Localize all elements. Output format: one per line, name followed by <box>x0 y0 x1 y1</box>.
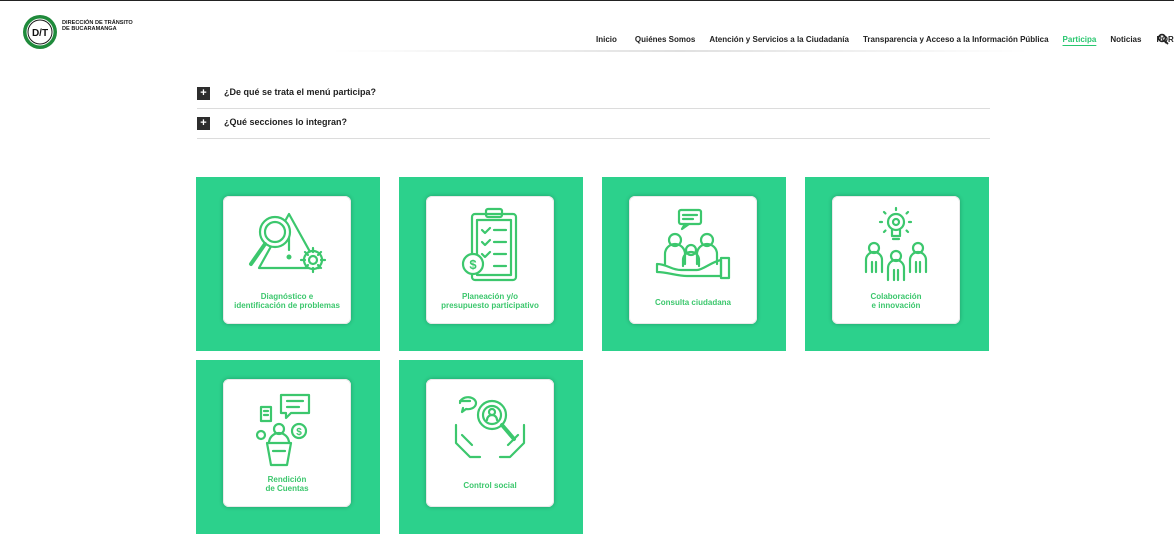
faq-question[interactable]: ¿Qué secciones lo integran? <box>224 117 347 127</box>
nav-item-quienes-somos[interactable]: Quiénes Somos <box>635 35 695 44</box>
nav-item-transparencia[interactable]: Transparencia y Acceso a la Información … <box>863 35 1049 44</box>
community-hand-icon <box>655 208 731 280</box>
svg-text:$: $ <box>469 257 477 272</box>
card-label: Colaboración e innovación <box>870 292 922 310</box>
faq-item-2[interactable]: + ¿Qué secciones lo integran? <box>197 110 990 139</box>
card-label: Control social <box>463 481 517 490</box>
card-consulta[interactable]: Consulta ciudadana <box>602 177 786 351</box>
card-planeacion[interactable]: $ Planeación y/o presupuesto participati… <box>399 177 583 351</box>
card-rendicion[interactable]: $ Rendición de Cuentas <box>196 360 380 534</box>
nav-item-inicio[interactable]: Inicio <box>596 35 617 44</box>
faq-item-1[interactable]: + ¿De qué se trata el menú participa? <box>197 80 990 109</box>
card-label: Planeación y/o presupuesto participativo <box>441 292 539 310</box>
card-tile[interactable]: $ Planeación y/o presupuesto participati… <box>426 196 554 324</box>
speaker-podium-icon: $ <box>255 393 311 467</box>
svg-text:$: $ <box>296 427 302 438</box>
card-tile[interactable]: $ Rendición de Cuentas <box>223 379 351 507</box>
brand-name-line2: DE BUCARAMANGA <box>62 26 117 32</box>
hands-magnifier-icon <box>454 396 526 459</box>
card-label: Rendición de Cuentas <box>265 475 309 493</box>
card-tile[interactable]: Diagnóstico e identificación de problema… <box>223 196 351 324</box>
plus-icon[interactable]: + <box>197 87 210 100</box>
svg-text:D/T: D/T <box>32 28 48 39</box>
logo[interactable]: D/T <box>22 14 58 50</box>
card-tile[interactable]: Colaboración e innovación <box>832 196 960 324</box>
card-colaboracion[interactable]: Colaboración e innovación <box>805 177 989 351</box>
brand-name: DIRECCIÓN DE TRÁNSITO DE BUCARAMANGA <box>62 20 133 32</box>
main-nav: Inicio Quiénes Somos Atención y Servicio… <box>596 35 1174 44</box>
plus-icon[interactable]: + <box>197 117 210 130</box>
nav-item-noticias[interactable]: Noticias <box>1110 35 1141 44</box>
header-shadow <box>330 50 1030 52</box>
nav-item-atencion[interactable]: Atención y Servicios a la Ciudadanía <box>709 35 849 44</box>
search-icon[interactable] <box>1157 33 1169 45</box>
magnifier-warning-icon <box>249 212 327 274</box>
card-label: Consulta ciudadana <box>654 298 731 307</box>
nav-item-participa[interactable]: Participa <box>1063 35 1097 44</box>
lightbulb-team-icon <box>864 206 928 282</box>
clipboard-money-icon: $ <box>461 207 518 282</box>
site-header: D/T DIRECCIÓN DE TRÁNSITO DE BUCARAMANGA… <box>0 6 1174 51</box>
card-tile[interactable]: Consulta ciudadana <box>629 196 757 324</box>
faq-question[interactable]: ¿De qué se trata el menú participa? <box>224 87 376 97</box>
card-tile[interactable]: Control social <box>426 379 554 507</box>
card-control-social[interactable]: Control social <box>399 360 583 534</box>
card-label: Diagnóstico e identificación de problema… <box>234 292 340 310</box>
card-diagnostico[interactable]: Diagnóstico e identificación de problema… <box>196 177 380 351</box>
